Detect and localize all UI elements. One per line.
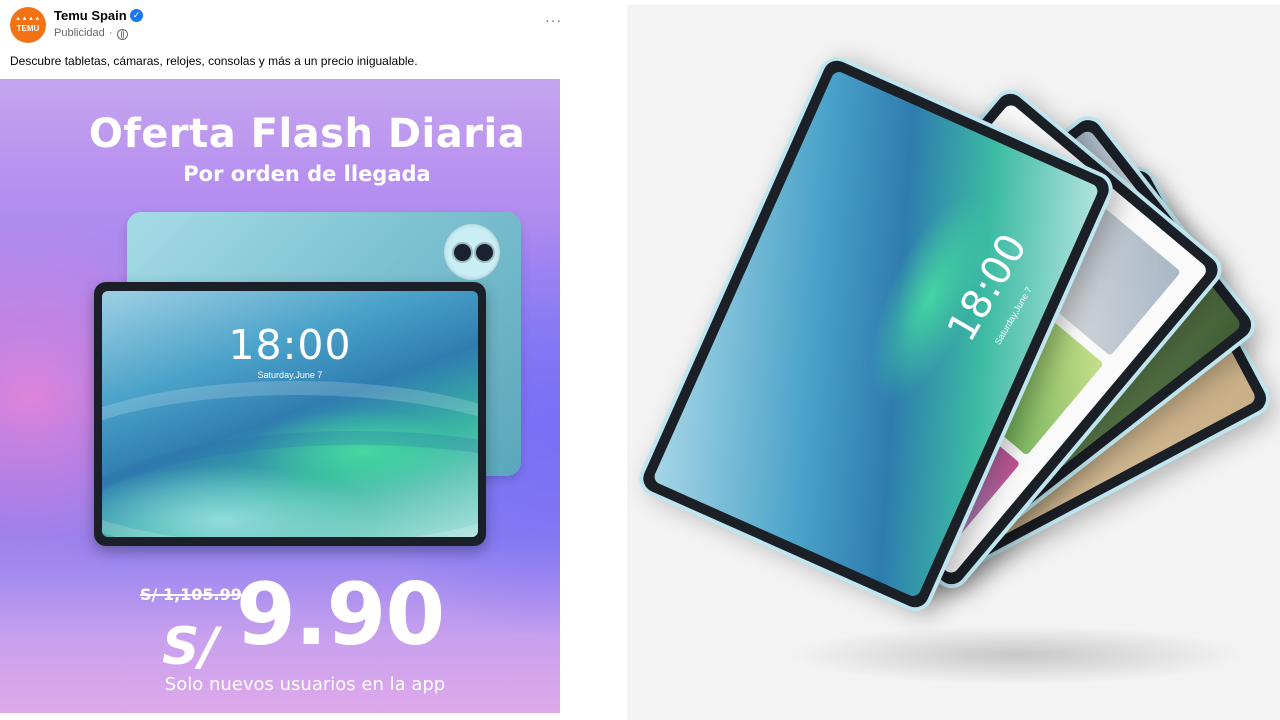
ad-footer-note: Solo nuevos usuarios en la app — [164, 674, 446, 695]
globe-icon — [117, 29, 128, 40]
avatar-logo-mark: ▲▲▲▲ — [15, 16, 41, 22]
avatar-logo-text: TEMU — [16, 24, 40, 33]
verified-badge-icon: ✓ — [130, 9, 143, 22]
post-caption: Descubre tabletas, cámaras, relojes, con… — [10, 54, 418, 68]
sale-price: 9.90 — [236, 565, 445, 665]
avatar[interactable]: ▲▲▲▲ TEMU — [10, 7, 46, 43]
separator-dot: · — [109, 27, 113, 39]
price-currency: S/ — [162, 617, 219, 677]
page-name-link[interactable]: Temu Spain — [54, 8, 127, 23]
product-image: 18:00 Saturday,June 7 — [627, 5, 1280, 720]
camera-lens — [452, 242, 473, 263]
ad-creative-image[interactable]: Oferta Flash Diaria Por orden de llegada… — [0, 79, 560, 713]
lockscreen-time: 18:00 — [228, 321, 352, 369]
sponsored-label[interactable]: Publicidad — [54, 27, 105, 39]
tablet-screen: 18:00 Saturday,June 7 — [102, 291, 478, 537]
camera-lens — [474, 242, 495, 263]
lockscreen-date: Saturday,June 7 — [257, 370, 323, 380]
floor-shadow — [787, 625, 1247, 685]
ad-subtitle: Por orden de llegada — [183, 162, 431, 186]
original-price: S/ 1,105.99 — [140, 585, 242, 604]
lockscreen-time: 18:00 — [938, 226, 1037, 350]
post-header: ▲▲▲▲ TEMU Temu Spain ✓ Publicidad · ··· … — [0, 0, 561, 78]
sponsored-post: ▲▲▲▲ TEMU Temu Spain ✓ Publicidad · ··· … — [0, 0, 561, 720]
camera-module — [444, 224, 500, 280]
tablet-front-image: 18:00 Saturday,June 7 — [94, 282, 486, 546]
divider — [560, 0, 627, 720]
ad-title: Oferta Flash Diaria — [88, 111, 526, 157]
